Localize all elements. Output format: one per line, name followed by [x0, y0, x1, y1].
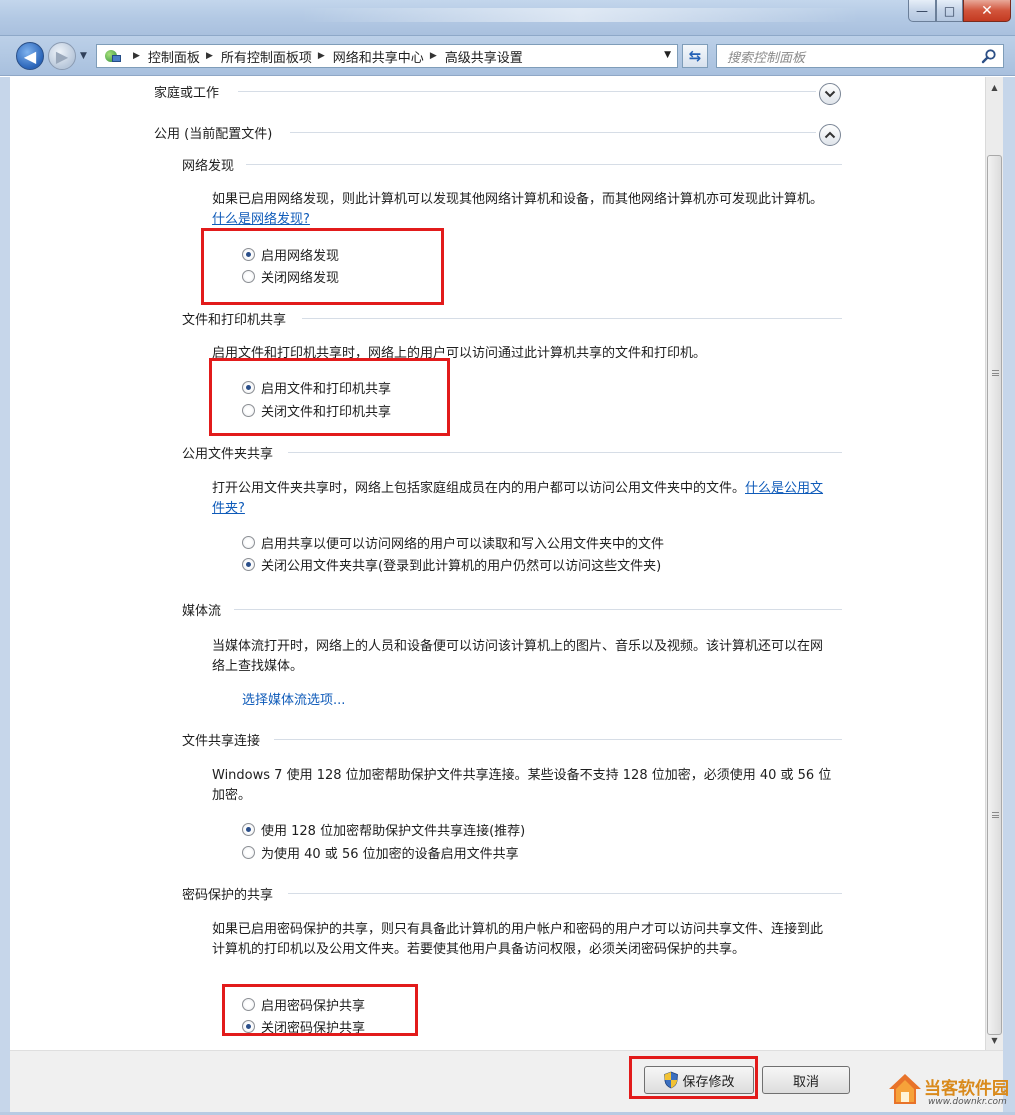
- highlight-box: [629, 1056, 758, 1099]
- footer-bar: 保存修改 取消: [10, 1050, 1003, 1112]
- arrow-left-icon: ◀: [23, 46, 37, 66]
- password-protected-description: 如果已启用密码保护的共享，则只有具备此计算机的用户帐户和密码的用户才可以访问共享…: [212, 922, 824, 957]
- breadcrumb-separator-icon[interactable]: ▶: [430, 51, 437, 61]
- radio-disable-public-folder-sharing[interactable]: 关闭公用文件夹共享(登录到此计算机的用户仍然可以访问这些文件夹): [242, 553, 661, 575]
- window-title-blurred: [300, 8, 860, 22]
- breadcrumb-all-items[interactable]: 所有控制面板项: [221, 47, 312, 66]
- cancel-button-label: 取消: [792, 1074, 819, 1090]
- collapse-public-button[interactable]: [819, 124, 841, 146]
- refresh-button[interactable]: ⇆: [682, 44, 708, 68]
- radio-128-bit-encryption[interactable]: 使用 128 位加密帮助保护文件共享连接(推荐): [242, 818, 525, 840]
- scroll-up-arrow-icon[interactable]: ▲: [986, 79, 1003, 96]
- title-bar: — □ ✕: [0, 0, 1015, 36]
- media-streaming-description: 当媒体流打开时，网络上的人员和设备便可以访问该计算机上的图片、音乐以及视频。该计…: [212, 639, 824, 674]
- section-divider: [246, 164, 842, 165]
- window-frame-right: [1003, 77, 1015, 1115]
- house-logo-icon: [889, 1074, 921, 1104]
- advanced-sharing-settings-panel: 家庭或工作 公用 (当前配置文件) 网络发现 如果已启用网络发现，则此计算机可以…: [10, 77, 985, 1050]
- grip-icon: [992, 370, 999, 376]
- breadcrumb-network-center[interactable]: 网络和共享中心: [333, 47, 424, 66]
- close-button[interactable]: ✕: [963, 0, 1011, 22]
- group-title-public[interactable]: 公用 (当前配置文件): [154, 123, 272, 142]
- highlight-box: [222, 984, 418, 1036]
- breadcrumb-separator-icon[interactable]: ▶: [206, 51, 213, 61]
- section-divider: [234, 609, 842, 610]
- network-discovery-description: 如果已启用网络发现，则此计算机可以发现其他网络计算机和设备，而其他网络计算机亦可…: [212, 190, 832, 230]
- back-button[interactable]: ◀: [16, 42, 44, 70]
- section-title-public-folder-sharing: 公用文件夹共享: [182, 447, 274, 462]
- group-divider: [238, 91, 816, 92]
- group-title-home-work[interactable]: 家庭或工作: [154, 82, 219, 101]
- refresh-icon: ⇆: [688, 47, 702, 65]
- description-text: 如果已启用网络发现，则此计算机可以发现其他网络计算机和设备，而其他网络计算机亦可…: [212, 192, 824, 207]
- cancel-button[interactable]: 取消: [762, 1066, 850, 1094]
- watermark-text: 当客软件园: [924, 1079, 1009, 1099]
- radio-label: 使用 128 位加密帮助保护文件共享连接(推荐): [261, 823, 526, 839]
- breadcrumb-advanced-sharing[interactable]: 高级共享设置: [445, 47, 523, 66]
- search-icon[interactable]: [981, 48, 997, 64]
- group-divider: [290, 132, 816, 133]
- chevron-down-icon: [824, 90, 836, 98]
- highlight-box: [201, 228, 444, 305]
- radio-40-56-bit-encryption[interactable]: 为使用 40 或 56 位加密的设备启用文件共享: [242, 841, 519, 863]
- description-text: 打开公用文件夹共享时，网络上包括家庭组成员在内的用户都可以访问公用文件夹中的文件…: [212, 481, 746, 496]
- window-frame-left: [0, 77, 10, 1115]
- section-title-file-printer-sharing: 文件和打印机共享: [182, 313, 287, 328]
- grip-icon: [992, 812, 999, 818]
- expand-home-work-button[interactable]: [819, 83, 841, 105]
- minimize-button[interactable]: —: [908, 0, 936, 22]
- vertical-scrollbar[interactable]: ▲ ▼: [985, 77, 1003, 1050]
- breadcrumb-separator-icon[interactable]: ▶: [318, 51, 325, 61]
- control-panel-network-icon: [103, 48, 121, 64]
- highlight-box: [209, 358, 450, 436]
- address-bar[interactable]: ▶ 控制面板 ▶ 所有控制面板项 ▶ 网络和共享中心 ▶ 高级共享设置 ▼: [96, 44, 678, 68]
- radio-label: 启用共享以便可以访问网络的用户可以读取和写入公用文件夹中的文件: [261, 536, 665, 552]
- section-divider: [288, 452, 842, 453]
- radio-button-icon[interactable]: [242, 845, 255, 859]
- radio-label: 关闭公用文件夹共享(登录到此计算机的用户仍然可以访问这些文件夹): [261, 558, 662, 574]
- radio-label: 为使用 40 或 56 位加密的设备启用文件共享: [261, 846, 519, 862]
- section-divider: [288, 893, 842, 894]
- radio-enable-public-folder-sharing[interactable]: 启用共享以便可以访问网络的用户可以读取和写入公用文件夹中的文件: [242, 531, 664, 553]
- section-divider: [302, 318, 842, 319]
- radio-button-icon[interactable]: [242, 822, 255, 836]
- chevron-up-icon: [824, 131, 836, 139]
- file-sharing-connections-description: Windows 7 使用 128 位加密帮助保护文件共享连接。某些设备不支持 1…: [212, 768, 832, 803]
- section-divider: [274, 739, 842, 740]
- public-folder-description: 打开公用文件夹共享时，网络上包括家庭组成员在内的用户都可以访问公用文件夹中的文件…: [212, 479, 832, 519]
- watermark-url: www.downkr.com: [928, 1097, 1007, 1107]
- site-watermark: 当客软件园 www.downkr.com: [872, 1066, 1012, 1112]
- search-input[interactable]: 搜索控制面板: [716, 44, 1004, 68]
- forward-button[interactable]: ▶: [48, 42, 76, 70]
- window-controls: — □ ✕: [908, 0, 1011, 22]
- address-dropdown-icon[interactable]: ▼: [664, 50, 671, 60]
- section-title-media-streaming: 媒体流: [182, 604, 222, 619]
- search-placeholder: 搜索控制面板: [727, 50, 806, 66]
- navigation-toolbar: ◀ ▶ ▼ ▶ 控制面板 ▶ 所有控制面板项 ▶ 网络和共享中心 ▶ 高级共享设…: [0, 36, 1015, 76]
- what-is-network-discovery-link[interactable]: 什么是网络发现?: [212, 212, 310, 227]
- breadcrumb-control-panel[interactable]: 控制面板: [148, 47, 200, 66]
- section-title-password-protected-sharing: 密码保护的共享: [182, 888, 274, 903]
- radio-button-icon[interactable]: [242, 535, 255, 549]
- radio-button-icon[interactable]: [242, 557, 255, 571]
- recent-pages-dropdown-icon[interactable]: ▼: [80, 51, 87, 61]
- scroll-down-arrow-icon[interactable]: ▼: [986, 1032, 1003, 1049]
- choose-media-streaming-options-link[interactable]: 选择媒体流选项...: [242, 689, 345, 708]
- section-title-file-sharing-connections: 文件共享连接: [182, 734, 261, 749]
- arrow-right-icon: ▶: [55, 46, 69, 66]
- breadcrumb-separator-icon[interactable]: ▶: [133, 51, 140, 61]
- maximize-button[interactable]: □: [936, 0, 963, 22]
- section-title-network-discovery: 网络发现: [182, 159, 235, 174]
- scrollbar-thumb[interactable]: [987, 155, 1002, 1035]
